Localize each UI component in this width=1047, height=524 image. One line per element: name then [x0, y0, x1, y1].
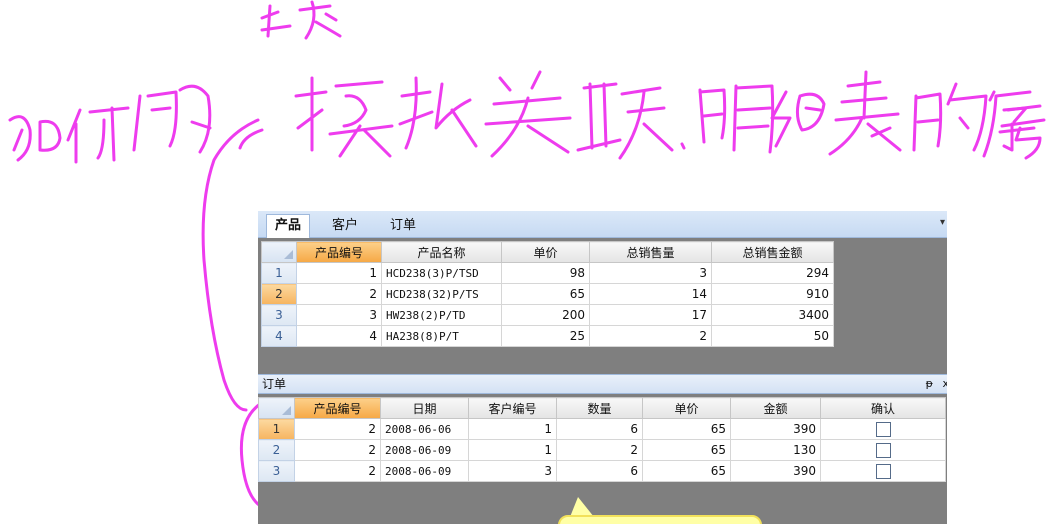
row-header[interactable]: 3: [261, 304, 297, 326]
table-row[interactable]: 1 1 HCD238(3)P/TSD 98 3 294: [261, 262, 834, 284]
cell[interactable]: 2: [294, 460, 381, 482]
column-header[interactable]: 总销售量: [589, 241, 712, 263]
cell[interactable]: 910: [711, 283, 834, 305]
cell[interactable]: 4: [296, 325, 382, 347]
row-header[interactable]: 3: [258, 460, 295, 482]
column-header[interactable]: 日期: [380, 397, 469, 419]
table-row[interactable]: 3 2 2008-06-09 3 6 65 390: [258, 460, 946, 482]
cell[interactable]: 65: [642, 460, 731, 482]
cell[interactable]: 2008-06-09: [380, 439, 469, 461]
cell[interactable]: HCD238(3)P/TSD: [381, 262, 502, 284]
cell[interactable]: 3: [468, 460, 557, 482]
row-header[interactable]: 2: [258, 439, 295, 461]
close-icon[interactable]: x: [942, 375, 947, 393]
cell[interactable]: 1: [468, 439, 557, 461]
row-header[interactable]: 1: [261, 262, 297, 284]
cell[interactable]: 2008-06-06: [380, 418, 469, 440]
table-row[interactable]: 2 2 2008-06-09 1 2 65 130: [258, 439, 946, 461]
cell[interactable]: 390: [730, 460, 821, 482]
select-all-corner[interactable]: [258, 397, 295, 419]
tab-orders[interactable]: 订单: [382, 215, 424, 237]
chevron-down-icon[interactable]: ▾: [940, 217, 945, 228]
confirm-cell: [820, 460, 946, 482]
column-header[interactable]: 产品编号: [294, 397, 381, 419]
cell[interactable]: 200: [501, 304, 590, 326]
cell[interactable]: 17: [589, 304, 712, 326]
tab-customers[interactable]: 客户: [324, 215, 366, 237]
cell[interactable]: 6: [556, 418, 643, 440]
cell[interactable]: 98: [501, 262, 590, 284]
column-header[interactable]: 总销售金额: [711, 241, 834, 263]
column-header[interactable]: 产品名称: [381, 241, 502, 263]
cell[interactable]: 1: [468, 418, 557, 440]
column-header[interactable]: 确认: [820, 397, 946, 419]
row-header[interactable]: 2: [261, 283, 297, 305]
column-header[interactable]: 单价: [642, 397, 731, 419]
orders-panel-title: 订单: [262, 377, 287, 391]
cell[interactable]: 65: [642, 439, 731, 461]
cell[interactable]: 2: [296, 283, 382, 305]
tooltip-tail: [570, 497, 594, 517]
row-header[interactable]: 4: [261, 325, 297, 347]
cell[interactable]: 294: [711, 262, 834, 284]
table-row[interactable]: 4 4 HA238(8)P/T 25 2 50: [261, 325, 834, 347]
tab-strip: 产品 客户 订单 ▾: [258, 211, 947, 238]
cell[interactable]: 3400: [711, 304, 834, 326]
cell[interactable]: 50: [711, 325, 834, 347]
cell[interactable]: 130: [730, 439, 821, 461]
column-header[interactable]: 产品编号: [296, 241, 382, 263]
cell[interactable]: 2008-06-09: [380, 460, 469, 482]
column-header[interactable]: 数量: [556, 397, 643, 419]
pin-icon[interactable]: ᵽ: [926, 375, 933, 393]
cell[interactable]: 2: [589, 325, 712, 347]
cell[interactable]: HA238(8)P/T: [381, 325, 502, 347]
orders-panel-titlebar: 订单 ᵽ x: [258, 374, 947, 394]
table-row[interactable]: 3 3 HW238(2)P/TD 200 17 3400: [261, 304, 834, 326]
cell[interactable]: 2: [294, 439, 381, 461]
tooltip-callout: [558, 515, 762, 524]
cell[interactable]: HW238(2)P/TD: [381, 304, 502, 326]
cell[interactable]: 65: [501, 283, 590, 305]
checkbox-icon[interactable]: [875, 463, 891, 479]
products-grid: 产品编号 产品名称 单价 总销售量 总销售金额 1 1 HCD238(3)P/T…: [261, 241, 834, 347]
cell[interactable]: 1: [296, 262, 382, 284]
confirm-cell: [820, 439, 946, 461]
cell[interactable]: 6: [556, 460, 643, 482]
cell[interactable]: HCD238(32)P/TS: [381, 283, 502, 305]
cell[interactable]: 25: [501, 325, 590, 347]
cell[interactable]: 2: [556, 439, 643, 461]
cell[interactable]: 3: [589, 262, 712, 284]
table-row[interactable]: 1 2 2008-06-06 1 6 65 390: [258, 418, 946, 440]
row-header[interactable]: 1: [258, 418, 295, 440]
cell[interactable]: 390: [730, 418, 821, 440]
checkbox-icon[interactable]: [875, 442, 891, 458]
tab-products[interactable]: 产品: [266, 214, 311, 238]
checkbox-icon[interactable]: [875, 421, 891, 437]
cell[interactable]: 65: [642, 418, 731, 440]
cell[interactable]: 3: [296, 304, 382, 326]
column-header[interactable]: 单价: [501, 241, 590, 263]
select-all-corner[interactable]: [261, 241, 297, 263]
cell[interactable]: 14: [589, 283, 712, 305]
column-header[interactable]: 客户编号: [468, 397, 557, 419]
application-window: 产品 客户 订单 ▾ 产品编号 产品名称 单价 总销售量 总销售金额 1 1 H…: [258, 211, 947, 524]
column-header[interactable]: 金额: [730, 397, 821, 419]
table-row[interactable]: 2 2 HCD238(32)P/TS 65 14 910: [261, 283, 834, 305]
cell[interactable]: 2: [294, 418, 381, 440]
orders-grid: 产品编号 日期 客户编号 数量 单价 金额 确认 1 2 2008-06-06 …: [258, 397, 946, 482]
confirm-cell: [820, 418, 946, 440]
